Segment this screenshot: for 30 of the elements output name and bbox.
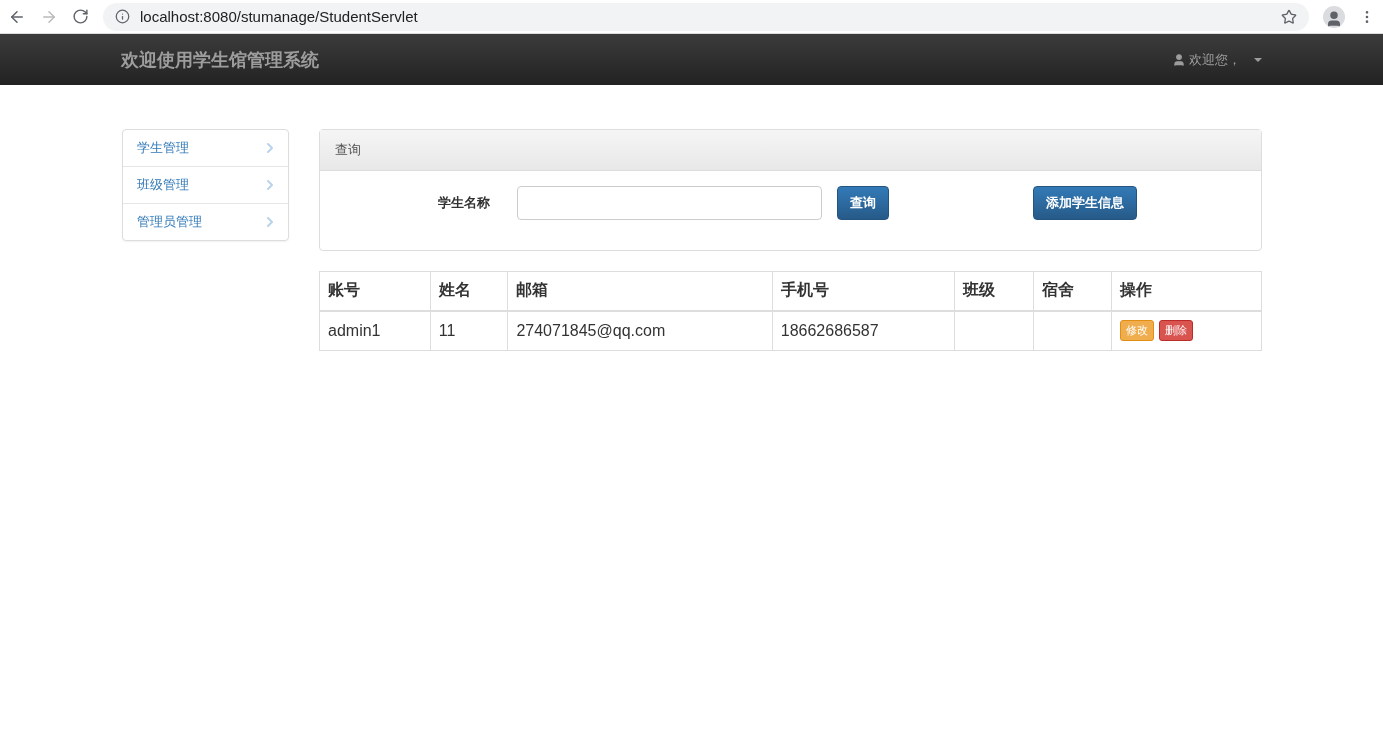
delete-button[interactable]: 删除 <box>1158 320 1193 342</box>
address-bar[interactable]: localhost:8080/stumanage/StudentServlet <box>103 2 1309 31</box>
table-cell: 274071845@qq.com <box>507 310 773 351</box>
caret-icon <box>1254 57 1262 62</box>
table-cell: admin1 <box>319 310 431 351</box>
add-button[interactable]: 添加学生信息 <box>1033 186 1137 220</box>
column-header: 班级 <box>954 271 1034 311</box>
field-label: 学生名称 <box>437 194 491 212</box>
table-cell: 18662686587 <box>772 310 955 351</box>
sidebar-item[interactable]: 学生管理 <box>123 130 288 166</box>
brand-title: 欢迎使用学生馆管理系统 <box>121 48 319 72</box>
user-menu[interactable]: 欢迎您， <box>1172 50 1262 69</box>
search-button[interactable]: 查询 <box>837 186 889 220</box>
column-header: 手机号 <box>772 271 955 311</box>
column-header: 姓名 <box>430 271 508 311</box>
star-icon[interactable] <box>1281 8 1297 25</box>
column-header: 宿舍 <box>1033 271 1112 311</box>
column-header: 账号 <box>319 271 431 311</box>
profile-avatar[interactable] <box>1323 5 1345 28</box>
url-text: localhost:8080/stumanage/StudentServlet <box>140 8 419 25</box>
reload-icon[interactable] <box>72 8 89 25</box>
sidebar-item[interactable]: 班级管理 <box>123 166 288 203</box>
sidebar-item[interactable]: 管理员管理 <box>123 203 288 240</box>
user-icon <box>1172 52 1186 67</box>
column-header: 操作 <box>1111 271 1262 311</box>
info-icon[interactable] <box>115 9 130 24</box>
column-header: 邮箱 <box>507 271 773 311</box>
panel-heading: 查询 <box>320 130 1261 171</box>
name-input-field[interactable] <box>517 186 822 220</box>
table-cell: 11 <box>430 310 508 351</box>
